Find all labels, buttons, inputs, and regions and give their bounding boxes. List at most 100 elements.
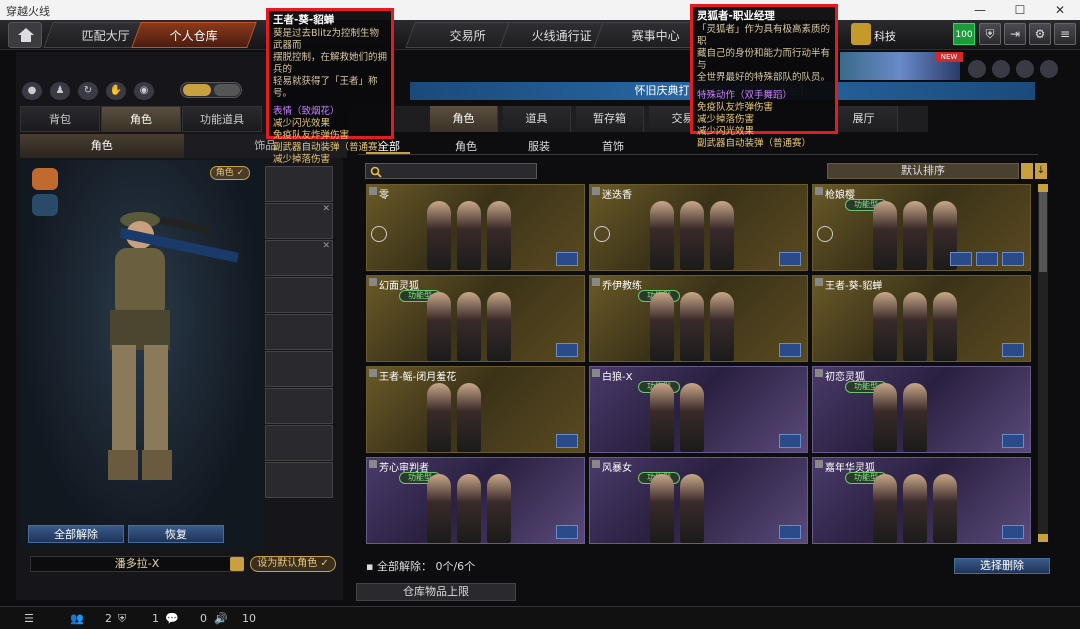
character-card[interactable]: 迷迭香 — [589, 184, 808, 271]
tab-storage-box[interactable]: 暂存箱 — [576, 106, 644, 132]
exit-icon[interactable]: ⇥ — [1004, 23, 1026, 45]
character-card[interactable]: 风暴女功能型 — [589, 457, 808, 544]
view-toggle[interactable] — [180, 82, 242, 98]
character-card[interactable]: 嘉年华灵狐 功能型 — [812, 457, 1031, 544]
filter-clothing[interactable]: 服装 — [528, 138, 550, 154]
tab-showroom[interactable]: 展厅 — [830, 106, 898, 132]
magnify-icon[interactable] — [779, 525, 801, 539]
on-toggle-icon[interactable]: ● — [22, 82, 42, 100]
magnify-icon[interactable] — [779, 252, 801, 266]
chat-icon[interactable]: 💬 — [165, 612, 179, 625]
magnify-icon[interactable] — [556, 525, 578, 539]
magnify-icon[interactable] — [556, 252, 578, 266]
magnify-icon[interactable] — [1002, 252, 1024, 266]
tab-character[interactable]: 角色 — [101, 106, 181, 132]
skin-icon[interactable] — [32, 194, 58, 216]
promo-icon-3[interactable] — [1016, 60, 1034, 78]
sort-order-icon[interactable]: ↓ — [1035, 163, 1047, 179]
tab-items[interactable]: 道具 — [503, 106, 571, 132]
team-icon[interactable]: ♟ — [50, 82, 70, 100]
role-tag[interactable]: 角色 ✓ — [210, 166, 250, 180]
filter-jewelry[interactable]: 首饰 — [602, 138, 624, 154]
character-card[interactable]: 零 — [366, 184, 585, 271]
maximize-button[interactable]: ☐ — [1000, 0, 1040, 20]
scroll-up-icon[interactable] — [1038, 184, 1048, 192]
character-card[interactable]: 白狼-X功能型 — [589, 366, 808, 453]
minimize-button[interactable]: — — [960, 0, 1000, 20]
character-card[interactable]: 初恋灵狐 功能型 — [812, 366, 1031, 453]
sort-dropdown[interactable]: 默认排序 — [827, 163, 1019, 179]
wolf-emblem-icon[interactable] — [32, 168, 58, 190]
character-card[interactable]: 王者-葵-貂蝉 — [812, 275, 1031, 362]
preview-icon[interactable] — [976, 252, 998, 266]
character-preview[interactable] — [20, 160, 263, 550]
character-card[interactable]: 芳心审判者 功能型 — [366, 457, 585, 544]
card-checkbox[interactable] — [815, 278, 823, 286]
magnify-icon[interactable] — [779, 434, 801, 448]
magnify-icon[interactable] — [1002, 434, 1024, 448]
set-default-button[interactable]: 设为默认角色 ✓ — [250, 556, 336, 572]
character-card[interactable]: 枪娘樱 功能型 — [812, 184, 1031, 271]
slot-vest[interactable] — [265, 277, 333, 313]
character-card[interactable]: 乔伊教练功能型 — [589, 275, 808, 362]
hand-icon[interactable]: ✋ — [106, 82, 126, 100]
shield-icon[interactable]: ⛨ — [979, 23, 1001, 45]
list-view-icon[interactable] — [1021, 163, 1033, 179]
card-checkbox[interactable] — [815, 187, 823, 195]
magnify-icon[interactable] — [1002, 343, 1024, 357]
tab-backpack[interactable]: 背包 — [20, 106, 100, 132]
scroll-down-icon[interactable] — [1038, 534, 1048, 542]
promo-icon-1[interactable] — [968, 60, 986, 78]
search-input[interactable] — [365, 163, 537, 179]
volume-icon[interactable]: 🔊 — [214, 612, 228, 625]
card-checkbox[interactable] — [592, 460, 600, 468]
slot-ring[interactable] — [265, 388, 333, 424]
people-icon[interactable]: 👥 — [70, 612, 84, 625]
tab-function-items[interactable]: 功能道具 — [182, 106, 262, 132]
card-checkbox[interactable] — [592, 187, 600, 195]
slot-sunglasses[interactable]: ✕ — [265, 240, 333, 276]
card-checkbox[interactable] — [369, 187, 377, 195]
tab-personal-storage[interactable]: 个人仓库 — [131, 22, 257, 48]
character-card[interactable]: 幻面灵狐 功能型 — [366, 275, 585, 362]
card-checkbox[interactable] — [815, 460, 823, 468]
gear-icon[interactable]: ⚙ — [1029, 23, 1051, 45]
slot-primary-weapon[interactable] — [265, 166, 333, 202]
slot-accessory[interactable] — [265, 462, 333, 498]
grid-scrollbar[interactable] — [1038, 184, 1048, 542]
subtab-character[interactable]: 角色 — [20, 134, 184, 158]
magnify-icon[interactable] — [1002, 525, 1024, 539]
slot-knife[interactable]: ✕ — [265, 203, 333, 239]
mouse-icon[interactable]: ◉ — [134, 82, 154, 100]
promo-icon-2[interactable] — [992, 60, 1010, 78]
card-checkbox[interactable] — [369, 278, 377, 286]
character-card[interactable]: 王者-鳐-闭月羞花 — [366, 366, 585, 453]
slot-shield[interactable] — [265, 351, 333, 387]
home-button[interactable] — [8, 22, 42, 48]
card-checkbox[interactable] — [369, 460, 377, 468]
scroll-thumb[interactable] — [1039, 192, 1047, 272]
card-checkbox[interactable] — [815, 369, 823, 377]
refresh-icon[interactable]: ↻ — [78, 82, 98, 100]
clear-all-button[interactable]: 全部解除 — [28, 525, 124, 543]
filter-character[interactable]: 角色 — [455, 138, 477, 154]
restore-button[interactable]: 恢复 — [128, 525, 224, 543]
magnify-icon[interactable] — [556, 343, 578, 357]
list-icon[interactable] — [230, 557, 244, 571]
promo-icon-4[interactable] — [1040, 60, 1058, 78]
card-checkbox[interactable] — [592, 278, 600, 286]
slot-armor[interactable] — [265, 314, 333, 350]
menu-icon[interactable]: ≡ — [1054, 23, 1076, 45]
storage-capacity-button[interactable]: 仓库物品上限 — [356, 583, 516, 601]
preview-icon[interactable] — [950, 252, 972, 266]
tab-characters[interactable]: 角色 — [430, 106, 498, 132]
card-checkbox[interactable] — [592, 369, 600, 377]
card-checkbox[interactable] — [369, 369, 377, 377]
select-remove-button[interactable]: 选择删除 — [954, 558, 1050, 574]
menu-lines-icon[interactable]: ☰ — [24, 612, 34, 625]
magnify-icon[interactable] — [556, 434, 578, 448]
shield-small-icon[interactable]: ⛨ — [118, 612, 126, 626]
close-button[interactable]: ✕ — [1040, 0, 1080, 20]
magnify-icon[interactable] — [779, 343, 801, 357]
slot-pet[interactable] — [265, 425, 333, 461]
